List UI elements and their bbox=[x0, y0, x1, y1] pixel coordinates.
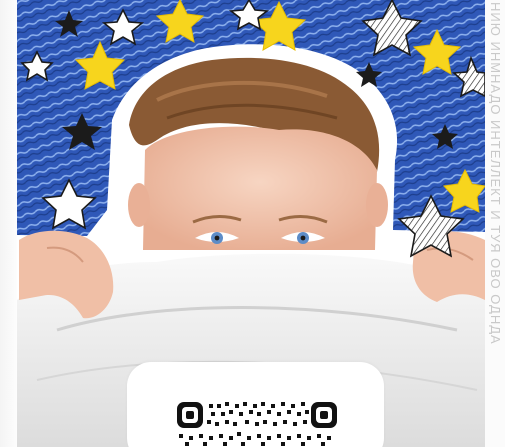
poster: НИЮ ИНМНАДО ИНТЕЛЛЕКТ И ТУЯ ОВО ОДНДА bbox=[0, 0, 505, 447]
ear-right bbox=[366, 183, 388, 227]
qr-code-icon[interactable] bbox=[177, 398, 337, 446]
vertical-caption: НИЮ ИНМНАДО ИНТЕЛЛЕКТ И ТУЯ ОВО ОДНДА bbox=[489, 2, 503, 345]
face bbox=[143, 126, 377, 250]
vertical-caption-strip: НИЮ ИНМНАДО ИНТЕЛЛЕКТ И ТУЯ ОВО ОДНДА bbox=[485, 0, 505, 447]
qr-card bbox=[127, 362, 384, 447]
ear-left bbox=[128, 183, 150, 227]
page-margin bbox=[0, 0, 17, 447]
